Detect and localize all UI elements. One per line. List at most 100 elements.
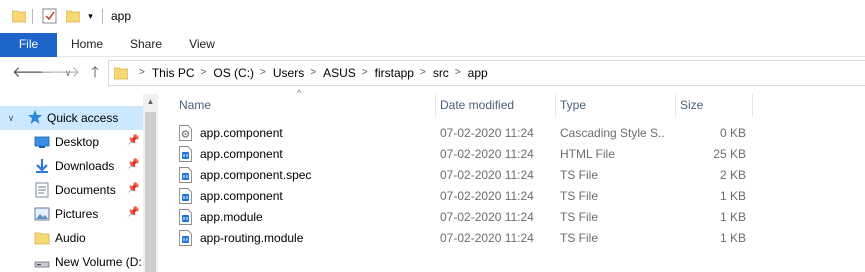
title-bar: ▾ app (0, 0, 865, 33)
chevron-right-icon[interactable]: > (356, 61, 375, 85)
file-row[interactable]: app.component 07-02-2020 11:24 HTML File… (179, 144, 759, 165)
tab-home[interactable]: Home (57, 33, 117, 57)
tab-share[interactable]: Share (117, 33, 175, 57)
tab-file[interactable]: File (0, 33, 57, 57)
ts-file-icon (179, 188, 192, 204)
chevron-right-icon[interactable]: > (414, 61, 433, 85)
column-header-date[interactable]: Date modified (440, 94, 514, 116)
sidebar-item-label: Audio (55, 231, 86, 245)
chevron-right-icon[interactable]: > (304, 61, 323, 85)
sidebar-item-new-volume[interactable]: New Volume (D: (0, 250, 143, 272)
column-divider[interactable] (675, 94, 676, 117)
ts-file-icon (179, 209, 192, 225)
file-name: app.component.spec (200, 168, 312, 182)
file-size: 1 KB (719, 231, 746, 245)
folder-icon[interactable] (12, 9, 26, 23)
file-size: 25 KB (713, 147, 746, 161)
star-icon (28, 110, 42, 124)
file-date: 07-02-2020 11:24 (440, 210, 534, 224)
file-type: TS File (560, 168, 599, 182)
file-row[interactable]: app.component 07-02-2020 11:24 Cascading… (179, 123, 759, 144)
sidebar-item-label: Pictures (55, 207, 99, 221)
file-date: 07-02-2020 11:24 (440, 189, 534, 203)
sidebar-item-desktop[interactable]: Desktop 📌 (0, 130, 143, 154)
column-divider[interactable] (435, 94, 436, 117)
navigation-bar: 🡐 🡒 ∨ 🡑 > This PC > OS (C:) > Users > AS… (0, 58, 865, 88)
scroll-up-icon[interactable]: ▲ (143, 94, 158, 110)
file-row[interactable]: app-routing.module 07-02-2020 11:24 TS F… (179, 228, 759, 249)
folder-icon (34, 232, 50, 245)
file-name: app.component (200, 126, 283, 140)
tab-view[interactable]: View (175, 33, 229, 57)
chevron-right-icon[interactable]: > (254, 61, 273, 85)
sidebar-item-quick-access[interactable]: ∨ Quick access (0, 106, 143, 130)
file-type: Cascading Style S... (560, 126, 665, 140)
arrow-up-icon[interactable]: 🡑 (86, 64, 104, 82)
file-name: app-routing.module (200, 231, 304, 245)
downloads-icon (36, 159, 48, 173)
properties-icon[interactable] (42, 8, 57, 24)
sidebar-item-label: Downloads (55, 159, 115, 173)
toolbar-divider (32, 9, 33, 24)
pin-icon[interactable]: 📌 (127, 183, 139, 194)
column-header-size[interactable]: Size (680, 94, 703, 116)
file-date: 07-02-2020 11:24 (440, 126, 534, 140)
ts-file-icon (179, 167, 192, 183)
sidebar-item-downloads[interactable]: Downloads 📌 (0, 154, 143, 178)
file-type: TS File (560, 189, 599, 203)
sidebar-item-pictures[interactable]: Pictures 📌 (0, 202, 143, 226)
address-bar[interactable]: > This PC > OS (C:) > Users > ASUS > fir… (108, 60, 865, 86)
file-name: app.module (200, 210, 263, 224)
ts-file-icon (179, 230, 192, 246)
scroll-thumb[interactable] (145, 112, 156, 272)
column-divider[interactable] (752, 94, 753, 117)
toolbar-divider (102, 9, 103, 24)
chevron-down-icon[interactable]: ∨ (62, 64, 74, 82)
file-date: 07-02-2020 11:24 (440, 147, 534, 161)
file-name: app.component (200, 189, 283, 203)
chevron-down-icon[interactable]: ∨ (6, 113, 16, 124)
ribbon: File Home Share View (0, 33, 865, 57)
breadcrumb-item[interactable]: src (433, 61, 449, 85)
file-type: TS File (560, 231, 599, 245)
pin-icon[interactable]: 📌 (127, 207, 139, 218)
column-divider[interactable] (555, 94, 556, 117)
file-size: 0 KB (719, 126, 746, 140)
sort-ascending-icon: ^ (297, 88, 302, 98)
chevron-right-icon[interactable]: > (195, 61, 214, 85)
file-date: 07-02-2020 11:24 (440, 168, 534, 182)
desktop-icon (34, 136, 50, 148)
column-header-name[interactable]: Name (179, 94, 211, 116)
breadcrumb-item[interactable]: This PC (152, 61, 195, 85)
breadcrumb-item[interactable]: app (468, 61, 488, 85)
file-row[interactable]: app.component.spec 07-02-2020 11:24 TS F… (179, 165, 759, 186)
pin-icon[interactable]: 📌 (127, 135, 139, 146)
breadcrumb: > This PC > OS (C:) > Users > ASUS > fir… (133, 61, 488, 85)
file-size: 1 KB (719, 210, 746, 224)
navigation-scrollbar[interactable]: ▲ (143, 94, 158, 272)
documents-icon (35, 182, 49, 198)
arrow-right-icon[interactable]: 🡒 (40, 64, 80, 82)
file-size: 2 KB (719, 168, 746, 182)
pin-icon[interactable]: 📌 (127, 159, 139, 170)
breadcrumb-item[interactable]: ASUS (323, 61, 356, 85)
chevron-right-icon[interactable]: > (133, 61, 152, 85)
html-file-icon (179, 146, 192, 162)
sidebar-item-documents[interactable]: Documents 📌 (0, 178, 143, 202)
drive-icon (34, 261, 50, 268)
file-row[interactable]: app.component 07-02-2020 11:24 TS File 1… (179, 186, 759, 207)
file-type: HTML File (560, 147, 615, 161)
breadcrumb-item[interactable]: Users (273, 61, 304, 85)
folder-icon (114, 67, 128, 80)
arrow-left-icon[interactable]: 🡐 (12, 64, 52, 82)
sidebar-item-label: New Volume (D: (55, 255, 142, 269)
customize-toolbar-icon[interactable]: ▾ (86, 9, 95, 23)
chevron-right-icon[interactable]: > (449, 61, 468, 85)
breadcrumb-item[interactable]: firstapp (375, 61, 414, 85)
new-folder-icon[interactable] (66, 9, 80, 23)
file-list: ^ Name Date modified Type Size app.compo… (160, 88, 865, 272)
sidebar-item-audio[interactable]: Audio (0, 226, 143, 250)
file-row[interactable]: app.module 07-02-2020 11:24 TS File 1 KB (179, 207, 759, 228)
breadcrumb-item[interactable]: OS (C:) (213, 61, 254, 85)
column-header-type[interactable]: Type (560, 94, 586, 116)
